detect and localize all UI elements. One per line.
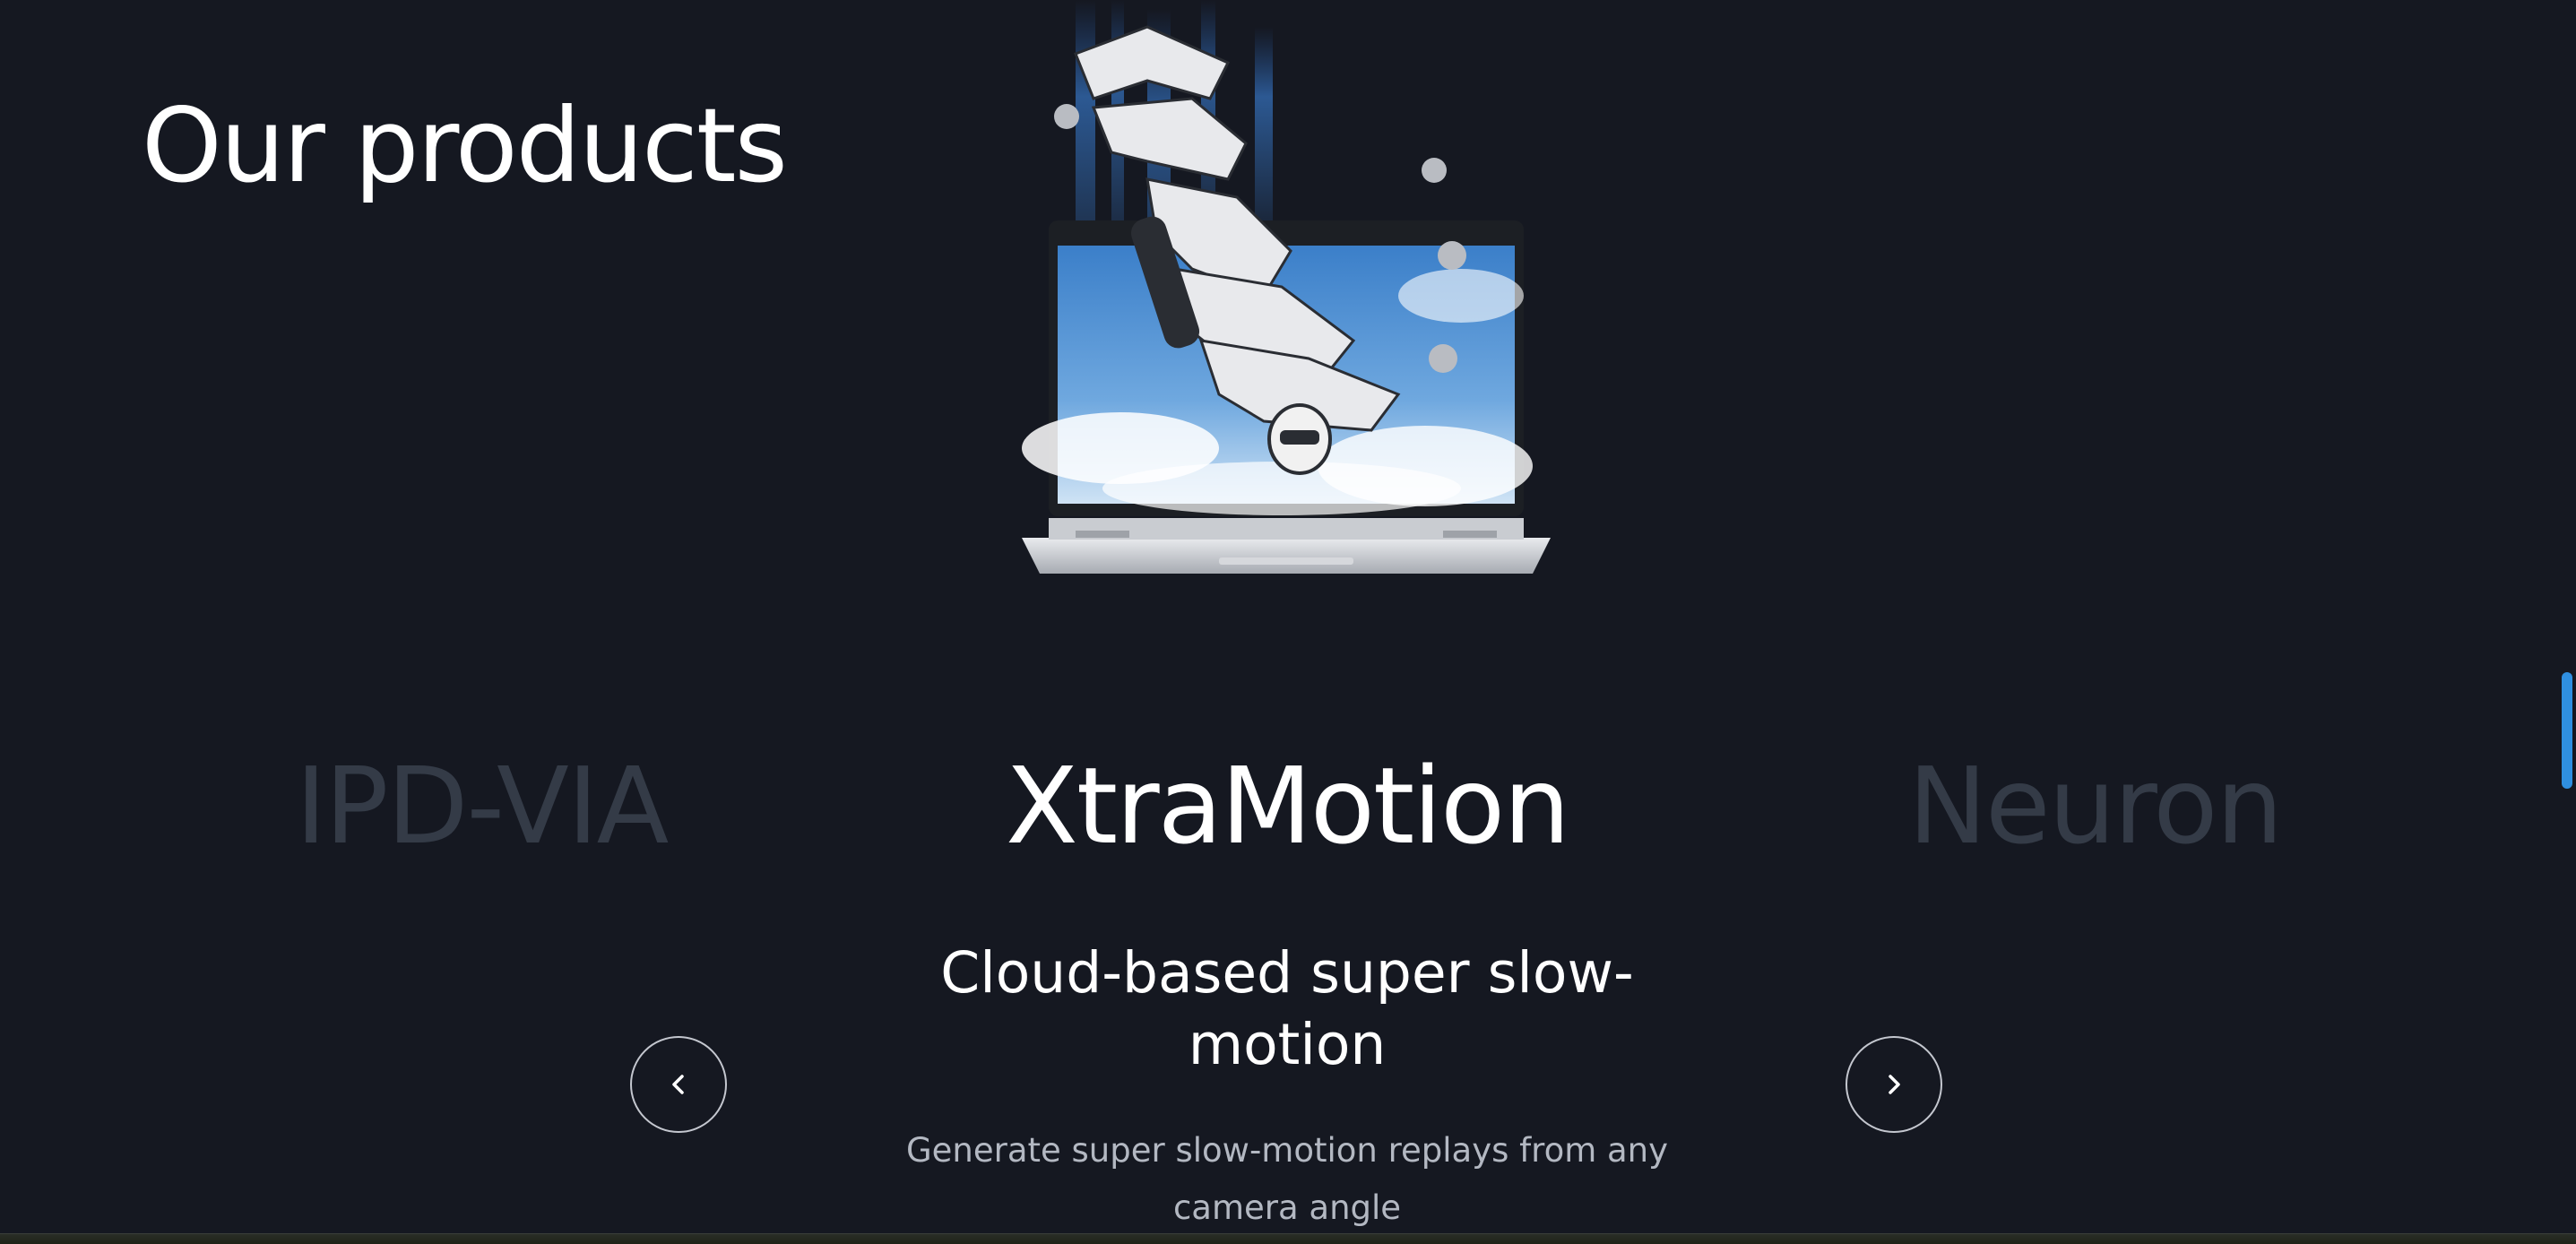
product-description: Generate super slow-motion replays from … (905, 1131, 1669, 1227)
product-tab-ipd-via[interactable]: IPD-VIA (296, 753, 670, 859)
product-tab-xtramotion[interactable]: XtraMotion (1006, 753, 1570, 859)
scrollbar-thumb[interactable] (2562, 672, 2572, 789)
carousel-next-button[interactable] (1846, 1036, 1942, 1133)
carousel-prev-button[interactable] (630, 1036, 727, 1133)
chevron-left-icon (667, 1073, 690, 1096)
product-tagline: Cloud-based super slow-motion (940, 940, 1634, 1077)
window-bottom-edge (0, 1233, 2576, 1244)
product-tab-neuron[interactable]: Neuron (1908, 753, 2284, 859)
products-section: Our products IPD-VIA XtraMotion Neuron C… (0, 0, 2576, 1233)
section-title: Our products (142, 86, 788, 205)
product-hero-image (1013, 0, 1560, 592)
chevron-right-icon (1882, 1073, 1906, 1096)
